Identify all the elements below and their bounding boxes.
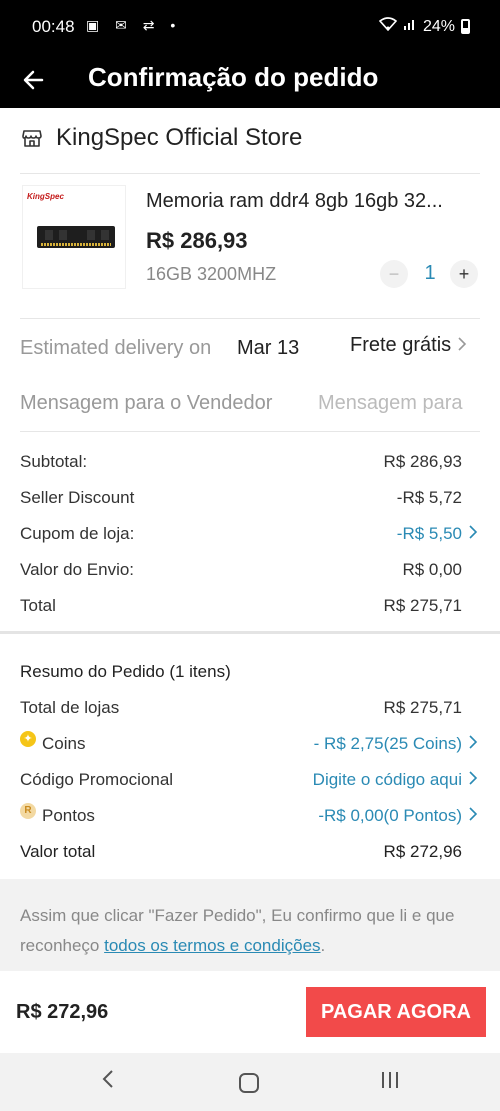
quantity-value[interactable]: 1	[418, 262, 442, 285]
product-brand-logo: KingSpec	[27, 192, 64, 201]
ram-module-graphic	[37, 226, 115, 248]
chevron-right-icon[interactable]	[468, 806, 478, 826]
notification-icons: ▣ ✉ ⇄ •	[86, 17, 182, 33]
coins-value[interactable]: - R$ 2,75(25 Coins)	[314, 734, 462, 754]
grand-total-value: R$ 272,96	[383, 842, 462, 861]
subtotal-label: Subtotal:	[20, 452, 88, 471]
promo-code-label: Código Promocional	[20, 770, 174, 789]
store-name[interactable]: KingSpec Official Store	[56, 124, 302, 152]
product-variant[interactable]: 16GB 3200MHZ	[146, 264, 276, 285]
points-label: Pontos	[42, 806, 95, 825]
wifi-icon	[378, 17, 398, 36]
terms-link[interactable]: todos os termos e condições	[104, 936, 320, 955]
chevron-right-icon[interactable]	[468, 770, 478, 790]
nav-recent-icon[interactable]	[380, 1069, 400, 1097]
order-summary-title: Resumo do Pedido (1 itens)	[20, 662, 231, 681]
points-icon: R	[20, 803, 36, 819]
status-bar: 00:48 ▣ ✉ ⇄ • 24%	[0, 0, 500, 54]
footer-total: R$ 272,96	[16, 1001, 109, 1023]
chevron-right-icon[interactable]	[468, 524, 478, 544]
delivery-date: Mar 13	[237, 337, 300, 359]
nav-back-icon[interactable]	[100, 1065, 116, 1100]
divider	[20, 173, 480, 174]
product-image[interactable]: KingSpec	[22, 185, 126, 289]
back-arrow-icon[interactable]	[22, 62, 46, 105]
chevron-right-icon	[457, 334, 467, 356]
seller-discount-label: Seller Discount	[20, 488, 135, 507]
divider	[20, 431, 480, 432]
points-value[interactable]: -R$ 0,00(0 Pontos)	[318, 806, 462, 826]
product-price: R$ 286,93	[146, 228, 248, 253]
shipping-cost-label: Valor do Envio:	[20, 560, 135, 579]
page-title: Confirmação do pedido	[88, 62, 379, 92]
signal-icon	[403, 17, 417, 36]
coin-icon: ✦	[20, 731, 36, 747]
store-total-value: R$ 275,71	[383, 596, 462, 615]
product-title[interactable]: Memoria ram ddr4 8gb 16gb 32...	[146, 190, 482, 213]
subtotal-value: R$ 286,93	[383, 452, 462, 471]
battery-text: 24%	[422, 17, 455, 35]
shipping-option[interactable]: Frete grátis	[350, 334, 467, 357]
seller-message-input[interactable]	[318, 388, 480, 418]
divider	[20, 318, 480, 319]
stores-total-label: Total de lojas	[20, 698, 120, 717]
pay-now-button[interactable]: PAGAR AGORA	[306, 987, 486, 1037]
grand-total-label: Valor total	[20, 842, 96, 861]
app-header: Confirmação do pedido	[0, 54, 500, 108]
nav-home-icon[interactable]	[239, 1073, 259, 1093]
status-right: 24%	[378, 17, 470, 36]
seller-discount-value: -R$ 5,72	[396, 488, 462, 507]
battery-icon	[461, 19, 470, 34]
store-total-label: Total	[20, 596, 56, 615]
checkout-footer: R$ 272,96 PAGAR AGORA	[0, 971, 500, 1053]
delivery-label: Estimated delivery on	[20, 337, 212, 359]
system-nav-bar	[0, 1053, 500, 1111]
seller-message-label: Mensagem para o Vendedor	[20, 392, 273, 414]
store-coupon-value[interactable]: -R$ 5,50	[397, 524, 462, 544]
chevron-right-icon[interactable]	[468, 734, 478, 754]
quantity-increase-button[interactable]: +	[450, 260, 478, 288]
quantity-decrease-button[interactable]: −	[380, 260, 408, 288]
section-separator	[0, 631, 500, 634]
store-coupon-label: Cupom de loja:	[20, 524, 135, 543]
stores-total-value: R$ 275,71	[383, 698, 462, 717]
shipping-option-label: Frete grátis	[350, 334, 452, 356]
terms-end: .	[320, 936, 326, 955]
promo-code-input[interactable]: Digite o código aqui	[313, 770, 462, 790]
status-time: 00:48	[32, 17, 75, 36]
coins-label: Coins	[42, 734, 86, 753]
terms-notice: Assim que clicar "Fazer Pedido", Eu conf…	[0, 879, 500, 971]
store-icon	[22, 128, 42, 148]
shipping-cost-value: R$ 0,00	[402, 560, 462, 579]
